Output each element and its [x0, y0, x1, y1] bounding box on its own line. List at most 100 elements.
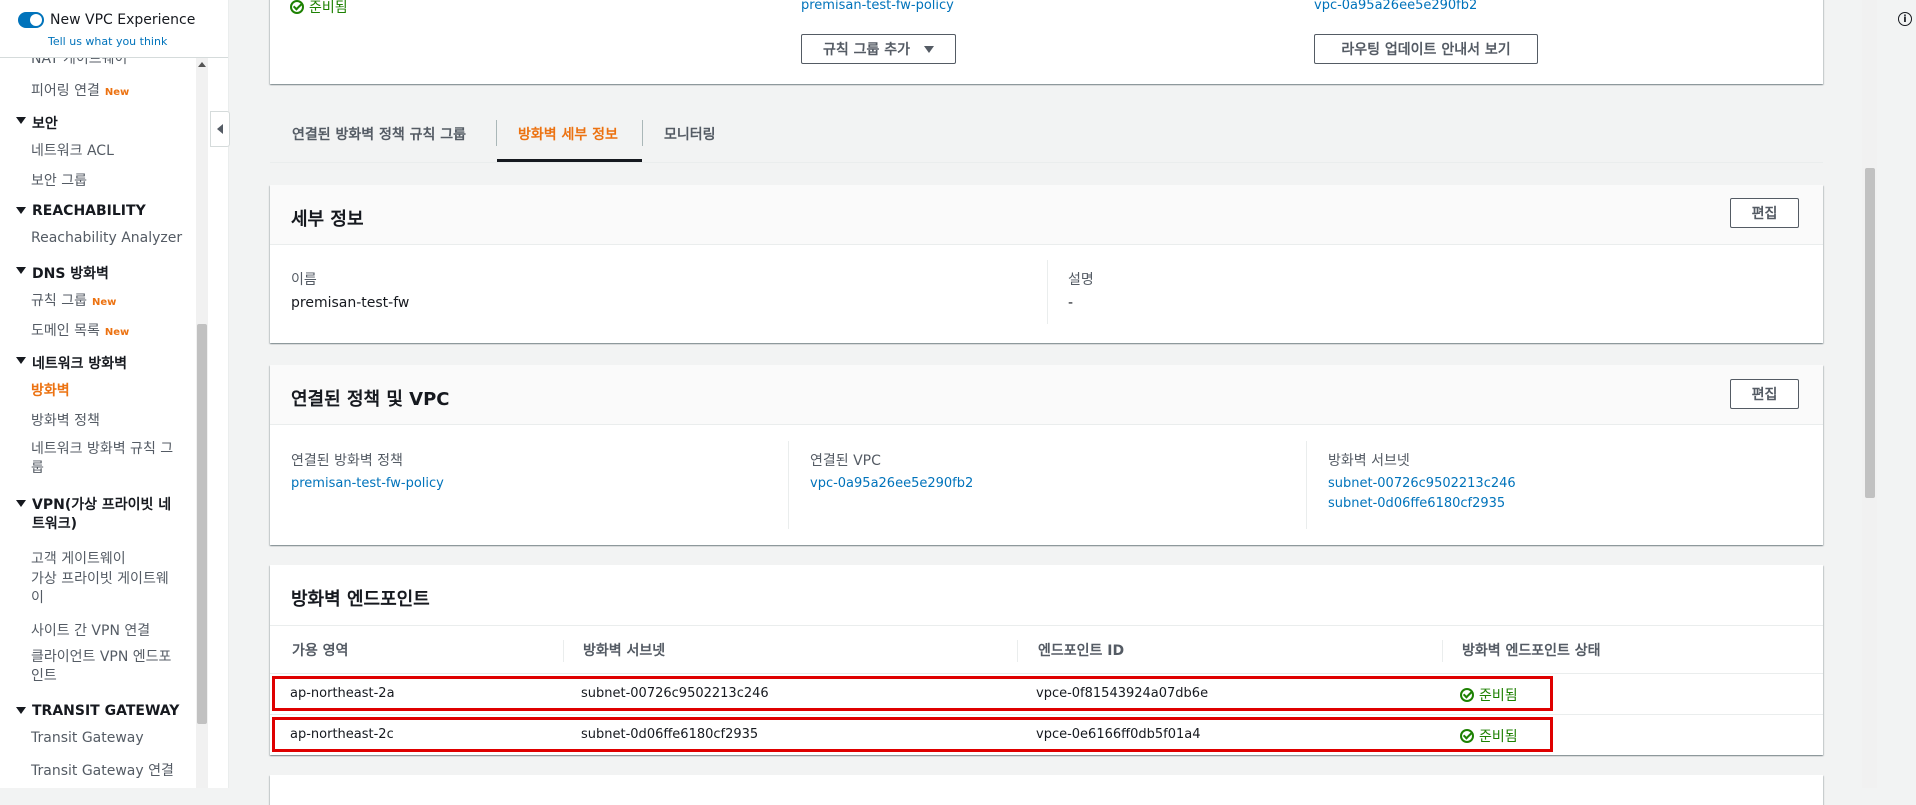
- row-border: [270, 673, 1823, 674]
- feedback-link[interactable]: Tell us what you think: [48, 35, 167, 48]
- sidebar-item-rule-groups[interactable]: 규칙 그룹 New: [31, 290, 116, 310]
- row-border: [270, 714, 1823, 715]
- edit-details-button[interactable]: 편집: [1730, 198, 1799, 228]
- sidebar-item-site-vpn[interactable]: 사이트 간 VPN 연결: [31, 620, 150, 640]
- column-separator: [563, 640, 564, 662]
- sidebar-item-firewall-policies[interactable]: 방화벽 정책: [31, 410, 100, 430]
- sidebar-item-customer-gateways[interactable]: 고객 게이트웨이: [31, 548, 126, 568]
- column-divider: [1047, 260, 1048, 324]
- column-divider: [788, 441, 789, 529]
- sidebar-item-label: 이: [31, 590, 44, 606]
- caret-down-icon: [16, 117, 26, 124]
- name-label: 이름: [291, 272, 317, 288]
- section-label: 보안: [32, 116, 58, 132]
- add-rule-group-button[interactable]: 규칙 그룹 추가: [801, 34, 956, 64]
- card-header: 세부 정보 편집: [270, 185, 1823, 245]
- firewall-status: 준비됨: [290, 0, 348, 17]
- section-label: REACHABILITY: [32, 203, 146, 219]
- highlight-box: [272, 717, 1553, 752]
- sidebar-item-security-groups[interactable]: 보안 그룹: [31, 170, 87, 190]
- subnet-link[interactable]: subnet-0d06ffe6180cf2935: [1328, 496, 1505, 511]
- section-transit-gateway[interactable]: TRANSIT GATEWAY: [16, 703, 179, 719]
- tab-firewall-details[interactable]: 방화벽 세부 정보: [518, 124, 618, 144]
- section-dns-firewall[interactable]: DNS 방화벽: [16, 263, 109, 283]
- tab-separator: [496, 120, 497, 146]
- firewall-summary-card: 준비됨 premisan-test-fw-policy vpc-0a95a26e…: [270, 0, 1823, 84]
- associated-vpc-link[interactable]: vpc-0a95a26ee5e290fb2: [810, 476, 973, 491]
- section-reachability[interactable]: REACHABILITY: [16, 203, 146, 219]
- description-label: 설명: [1068, 272, 1094, 288]
- collapse-sidebar-button[interactable]: [210, 111, 230, 147]
- sidebar-item-nf-rule-groups[interactable]: 네트워크 방화벽 규칙 그룹: [31, 440, 173, 478]
- scroll-up-icon[interactable]: [198, 62, 206, 67]
- sidebar-item-reachability-analyzer[interactable]: Reachability Analyzer: [31, 230, 182, 246]
- card-header: 연결된 정책 및 VPC 편집: [270, 365, 1823, 425]
- sidebar: New VPC Experience Tell us what you thin…: [0, 0, 229, 788]
- chevron-left-icon: [217, 124, 223, 134]
- sidebar-item-transit-attachments[interactable]: Transit Gateway 연결: [31, 760, 174, 780]
- sidebar-item-firewalls[interactable]: 방화벽: [31, 380, 70, 400]
- main-content: 준비됨 premisan-test-fw-policy vpc-0a95a26e…: [270, 0, 1823, 805]
- section-label: DNS 방화벽: [32, 266, 109, 282]
- sidebar-item-client-vpn[interactable]: 클라이언트 VPN 엔드포 인트: [31, 648, 171, 686]
- button-label: 편집: [1751, 206, 1778, 222]
- subnet-link[interactable]: subnet-00726c9502213c246: [1328, 476, 1516, 491]
- column-header-subnet[interactable]: 방화벽 서브넷: [583, 640, 665, 660]
- toggle-switch[interactable]: [18, 12, 44, 28]
- policy-link[interactable]: premisan-test-fw-policy: [801, 0, 954, 13]
- caret-down-icon: [16, 357, 26, 364]
- new-badge: New: [91, 297, 117, 308]
- name-value: premisan-test-fw: [291, 295, 410, 311]
- page-scrollbar-thumb[interactable]: [1865, 168, 1875, 498]
- sidebar-item-peering[interactable]: 피어링 연결 New: [31, 80, 129, 100]
- section-security[interactable]: 보안: [16, 113, 58, 133]
- sidebar-item-domain-list[interactable]: 도메인 목록 New: [31, 320, 129, 340]
- associated-policy-label: 연결된 방화벽 정책: [291, 453, 403, 469]
- tab-associated-rule-groups[interactable]: 연결된 방화벽 정책 규칙 그룹: [292, 124, 466, 144]
- view-routing-guide-button[interactable]: 라우팅 업데이트 안내서 보기: [1314, 34, 1538, 64]
- active-tab-indicator: [497, 159, 642, 162]
- associated-policy-vpc-card: 연결된 정책 및 VPC 편집 연결된 방화벽 정책 premisan-test…: [270, 365, 1823, 545]
- tabs-border: [270, 162, 1823, 163]
- column-header-endpoint-id[interactable]: 엔드포인트 ID: [1038, 640, 1124, 660]
- caret-down-icon: [16, 500, 26, 507]
- sidebar-item-transit-gateways[interactable]: Transit Gateway: [31, 730, 144, 746]
- sidebar-item-label: 피어링 연결: [31, 83, 100, 99]
- new-badge: New: [104, 327, 130, 338]
- section-label: VPN(가상 프라이빗 네 트워크): [32, 497, 172, 532]
- edit-associations-button[interactable]: 편집: [1730, 379, 1799, 409]
- check-circle-icon: [290, 0, 304, 14]
- card-title: 방화벽 엔드포인트: [291, 589, 430, 610]
- sidebar-item-label: 클라이언트 VPN 엔드포: [31, 649, 172, 665]
- new-vpc-experience-toggle[interactable]: New VPC Experience: [18, 12, 195, 28]
- section-network-firewall[interactable]: 네트워크 방화벽: [16, 353, 127, 373]
- sidebar-scrollbar-thumb[interactable]: [197, 324, 207, 724]
- button-label: 편집: [1751, 387, 1778, 403]
- associated-policy-link[interactable]: premisan-test-fw-policy: [291, 476, 444, 491]
- column-header-az[interactable]: 가용 영역: [292, 640, 348, 660]
- highlight-box: [272, 676, 1553, 711]
- button-label: 라우팅 업데이트 안내서 보기: [1341, 42, 1511, 58]
- vpc-link[interactable]: vpc-0a95a26ee5e290fb2: [1314, 0, 1477, 13]
- section-vpn[interactable]: VPN(가상 프라이빗 네 트워크): [16, 496, 171, 534]
- info-icon[interactable]: i: [1898, 12, 1912, 26]
- tab-separator: [642, 120, 643, 146]
- details-card: 세부 정보 편집 이름 premisan-test-fw 설명 -: [270, 185, 1823, 343]
- column-header-status[interactable]: 방화벽 엔드포인트 상태: [1462, 640, 1601, 660]
- caret-down-icon: [16, 207, 26, 214]
- sidebar-item-nat[interactable]: NAT 게이트웨이: [31, 58, 127, 68]
- sidebar-item-label: 도메인 목록: [31, 323, 100, 339]
- sidebar-item-label: 룹: [31, 460, 44, 476]
- vpc-toggle-label: New VPC Experience: [50, 12, 196, 28]
- column-separator: [1017, 640, 1018, 662]
- tab-monitoring[interactable]: 모니터링: [664, 124, 716, 144]
- sidebar-item-network-acl[interactable]: 네트워크 ACL: [31, 140, 114, 160]
- sidebar-item-virtual-private-gateways[interactable]: 가상 프라이빗 게이트웨 이: [31, 570, 169, 608]
- caret-down-icon: [16, 707, 26, 714]
- section-label: TRANSIT GATEWAY: [32, 703, 180, 719]
- next-card: [270, 775, 1823, 805]
- table-header-border: [270, 625, 1823, 626]
- nav-list: NAT 게이트웨이 피어링 연결 New 보안 네트워크 ACL 보안 그룹 RE…: [0, 58, 208, 788]
- new-badge: New: [104, 87, 130, 98]
- card-title: 연결된 정책 및 VPC: [291, 389, 450, 410]
